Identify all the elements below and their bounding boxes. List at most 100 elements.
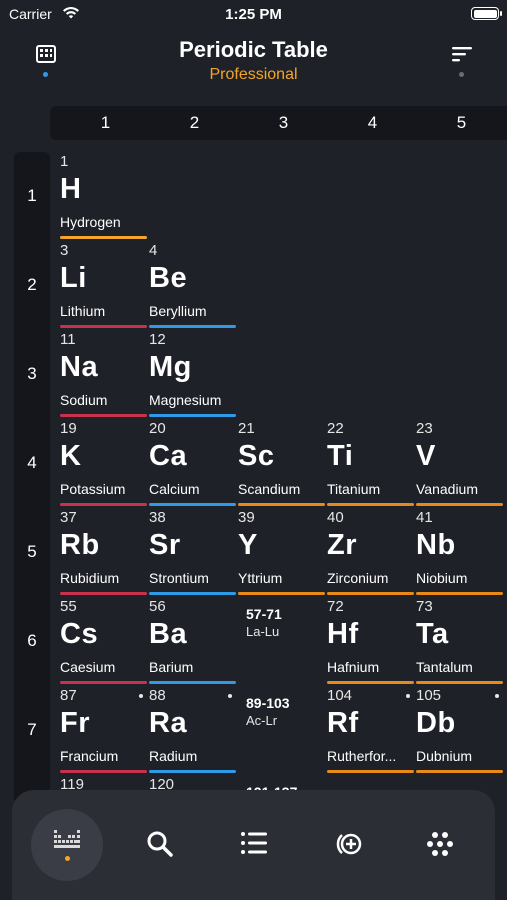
atomic-number: 72 xyxy=(327,598,344,615)
element-name: Zirconium xyxy=(327,570,389,586)
active-tab-dot xyxy=(65,856,70,861)
element-symbol: Hf xyxy=(327,618,359,650)
element-cell-nb[interactable]: 41 Nb Niobium xyxy=(416,508,505,597)
element-cell-rb[interactable]: 37 Rb Rubidium xyxy=(60,508,149,597)
element-cell-zr[interactable]: 40 Zr Zirconium xyxy=(327,508,416,597)
series-label: Ac-Lr xyxy=(246,713,278,728)
element-symbol: Cs xyxy=(60,618,99,650)
atomic-number: 55 xyxy=(60,598,77,615)
tab-more[interactable] xyxy=(404,814,476,874)
category-bar xyxy=(149,592,236,595)
atomic-number: 37 xyxy=(60,509,77,526)
element-cell-cs[interactable]: 55 Cs Caesium xyxy=(60,597,149,686)
element-symbol: Ca xyxy=(149,440,188,472)
atomic-number: 22 xyxy=(327,420,344,437)
element-cell-rf[interactable]: 104 Rf Rutherfor... xyxy=(327,686,416,775)
element-name: Tantalum xyxy=(416,659,473,675)
period-number: 6 xyxy=(27,631,37,650)
category-bar xyxy=(327,770,414,773)
element-symbol: Rf xyxy=(327,707,359,739)
category-bar xyxy=(149,770,236,773)
element-name: Sodium xyxy=(60,392,108,408)
element-cell-fr[interactable]: 87 Fr Francium xyxy=(60,686,149,775)
element-cell-db[interactable]: 105 Db Dubnium xyxy=(416,686,505,775)
element-cell-y[interactable]: 39 Y Yttrium xyxy=(238,508,327,597)
element-cell-sr[interactable]: 38 Sr Strontium xyxy=(149,508,238,597)
dots-icon xyxy=(427,832,453,856)
element-symbol: Na xyxy=(60,351,99,383)
atomic-number: 21 xyxy=(238,420,255,437)
tab-bar xyxy=(12,790,495,900)
atomic-number: 3 xyxy=(60,242,69,259)
element-symbol: Db xyxy=(416,707,456,739)
tab-calculator[interactable] xyxy=(312,814,384,874)
element-name: Scandium xyxy=(238,481,301,497)
category-bar xyxy=(60,681,147,684)
battery-icon xyxy=(471,7,502,20)
element-name: Strontium xyxy=(149,570,209,586)
element-symbol: Y xyxy=(238,529,258,561)
group-number: 2 xyxy=(189,113,200,132)
radioactive-marker xyxy=(139,694,143,698)
category-bar xyxy=(149,681,236,684)
radioactive-marker xyxy=(495,694,499,698)
atomic-number: 73 xyxy=(416,598,433,615)
element-symbol: Sc xyxy=(238,440,275,472)
atomic-number: 4 xyxy=(149,242,158,259)
actinide-series-cell[interactable]: 89-103 Ac-Lr xyxy=(246,686,335,775)
atomic-number: 38 xyxy=(149,509,166,526)
element-symbol: K xyxy=(60,440,82,472)
element-cell-ta[interactable]: 73 Ta Tantalum xyxy=(416,597,505,686)
nav-bar: Periodic Table Professional xyxy=(0,30,507,90)
element-name: Beryllium xyxy=(149,303,207,319)
atomic-number: 23 xyxy=(416,420,433,437)
element-symbol: Li xyxy=(60,262,87,294)
element-name: Radium xyxy=(149,748,198,764)
tab-periodic-table[interactable] xyxy=(31,809,103,881)
element-cell-be[interactable]: 4 Be Beryllium xyxy=(149,241,238,330)
category-bar xyxy=(416,592,503,595)
element-cell-na[interactable]: 11 Na Sodium xyxy=(60,330,149,419)
radioactive-marker xyxy=(406,694,410,698)
tab-list[interactable] xyxy=(218,814,290,874)
element-name: Rutherfor... xyxy=(327,748,397,764)
radioactive-marker xyxy=(228,694,232,698)
element-name: Niobium xyxy=(416,570,468,586)
element-symbol: Ta xyxy=(416,618,449,650)
group-header: 1 2 3 4 5 xyxy=(50,106,507,140)
category-bar xyxy=(327,681,414,684)
element-cell-mg[interactable]: 12 Mg Magnesium xyxy=(149,330,238,419)
element-symbol: Sr xyxy=(149,529,181,561)
element-cell-ti[interactable]: 22 Ti Titanium xyxy=(327,419,416,508)
table-grid-icon xyxy=(54,830,80,848)
element-symbol: Ti xyxy=(327,440,354,472)
atomic-number: 87 xyxy=(60,687,77,704)
element-symbol: Be xyxy=(149,262,188,294)
element-cell-hf[interactable]: 72 Hf Hafnium xyxy=(327,597,416,686)
sort-button[interactable] xyxy=(448,42,476,82)
tab-search[interactable] xyxy=(124,814,196,874)
series-range: 57-71 xyxy=(246,606,282,622)
status-bar: Carrier 1:25 PM xyxy=(0,0,507,30)
element-cell-ra[interactable]: 88 Ra Radium xyxy=(149,686,238,775)
atom-plus-icon xyxy=(336,833,362,855)
page-subtitle: Professional xyxy=(209,66,298,83)
period-number: 7 xyxy=(27,720,37,739)
inactive-indicator-dot xyxy=(459,72,464,77)
period-number: 3 xyxy=(27,364,37,383)
element-cell-li[interactable]: 3 Li Lithium xyxy=(60,241,149,330)
sort-icon xyxy=(452,47,472,62)
atomic-number: 20 xyxy=(149,420,166,437)
category-bar xyxy=(60,770,147,773)
lanthanide-series-cell[interactable]: 57-71 La-Lu xyxy=(246,597,335,686)
element-cell-sc[interactable]: 21 Sc Scandium xyxy=(238,419,327,508)
category-bar xyxy=(327,503,414,506)
element-cell-v[interactable]: 23 V Vanadium xyxy=(416,419,505,508)
category-bar xyxy=(416,770,503,773)
element-cell-k[interactable]: 19 K Potassium xyxy=(60,419,149,508)
element-symbol: Ba xyxy=(149,618,188,650)
element-cell-h[interactable]: 1 H Hydrogen xyxy=(60,152,149,241)
element-cell-ca[interactable]: 20 Ca Calcium xyxy=(149,419,238,508)
superactinide-series-cell[interactable]: 121-137 xyxy=(246,775,335,791)
element-cell-ba[interactable]: 56 Ba Barium xyxy=(149,597,238,686)
